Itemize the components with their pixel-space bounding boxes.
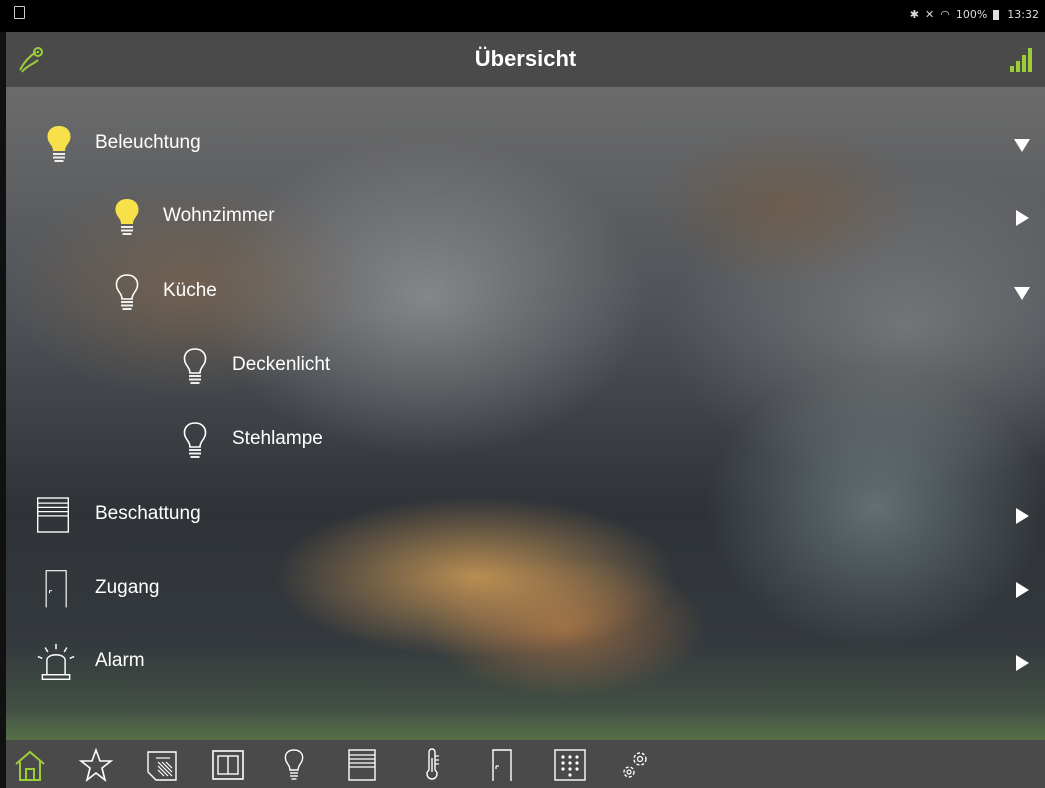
menu-item-deckenlicht[interactable]: Deckenlicht [6, 338, 1045, 394]
app-frame: ✱ ✕ ◠ 100% 13:32 Übersicht Beleuchtung W… [0, 0, 1045, 788]
menu-item-wohnzimmer[interactable]: Wohnzimmer [6, 189, 1045, 245]
menu-item-alarm[interactable]: Alarm [6, 634, 1045, 690]
lightbulb-icon[interactable] [276, 748, 312, 782]
lightbulb-off-icon [183, 422, 207, 458]
collapsed-arrow-icon[interactable] [1013, 507, 1031, 525]
menu-item-label: Stehlampe [232, 428, 323, 449]
thermometer-icon[interactable] [414, 748, 450, 782]
menu-item-label: Deckenlicht [232, 354, 331, 375]
door-icon[interactable] [484, 748, 520, 782]
scenes-icon[interactable] [144, 748, 180, 782]
wifi-icon: ◠ [940, 8, 950, 21]
overview-content: Beleuchtung Wohnzimmer Küche Deckenlicht… [6, 87, 1045, 740]
home-icon[interactable] [12, 748, 48, 782]
bottom-tab-bar [6, 740, 1045, 788]
collapsed-arrow-icon[interactable] [1013, 654, 1031, 672]
lightbulb-off-icon [115, 274, 139, 310]
notification-icon [14, 6, 25, 19]
status-bar: ✱ ✕ ◠ 100% 13:32 [0, 0, 1045, 32]
clock: 13:32 [1007, 8, 1039, 21]
expanded-arrow-icon[interactable] [1013, 136, 1031, 154]
door-icon [45, 570, 67, 608]
connection-signal-icon[interactable] [1007, 46, 1037, 74]
menu-item-zugang[interactable]: Zugang [6, 561, 1045, 617]
status-icons: ✱ ✕ ◠ 100% 13:32 [910, 8, 1039, 21]
menu-item-beleuchtung[interactable]: Beleuchtung [6, 116, 1045, 172]
battery-percent: 100% [955, 8, 988, 21]
collapsed-arrow-icon[interactable] [1013, 209, 1031, 227]
battery-icon [993, 9, 1000, 20]
alarm-siren-icon [37, 643, 75, 680]
bluetooth-icon: ✱ [909, 8, 920, 21]
settings-gears-icon[interactable] [618, 748, 654, 782]
expanded-arrow-icon[interactable] [1013, 284, 1031, 302]
collapsed-arrow-icon[interactable] [1013, 581, 1031, 599]
window-icon[interactable] [210, 748, 246, 782]
blinds-icon[interactable] [344, 748, 380, 782]
menu-item-beschattung[interactable]: Beschattung [6, 487, 1045, 543]
keypad-icon[interactable] [552, 748, 588, 782]
menu-item-label: Zugang [95, 577, 160, 598]
background-decoration [6, 710, 1045, 740]
lightbulb-on-icon [47, 126, 71, 162]
menu-item-label: Beleuchtung [95, 132, 201, 153]
menu-item-label: Beschattung [95, 503, 201, 524]
mute-icon: ✕ [925, 8, 935, 21]
menu-item-label: Küche [163, 280, 217, 301]
title-bar: Übersicht [6, 32, 1045, 87]
menu-item-label: Wohnzimmer [163, 205, 275, 226]
lightbulb-off-icon [183, 348, 207, 384]
menu-item-label: Alarm [95, 650, 145, 671]
menu-item-stehlampe[interactable]: Stehlampe [6, 412, 1045, 468]
lightbulb-on-icon [115, 199, 139, 235]
favorites-star-icon[interactable] [78, 748, 114, 782]
menu-item-kueche[interactable]: Küche [6, 264, 1045, 320]
page-title: Übersicht [474, 46, 577, 71]
blinds-icon [37, 497, 69, 533]
